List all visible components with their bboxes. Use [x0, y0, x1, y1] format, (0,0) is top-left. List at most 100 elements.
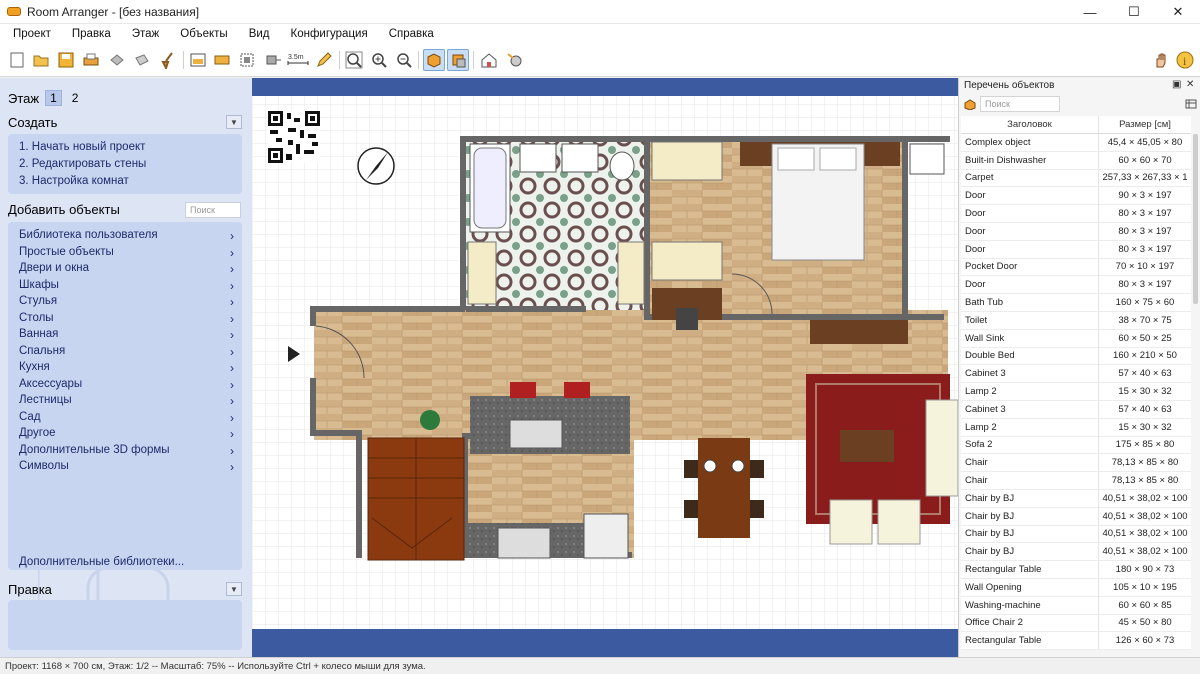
chevron-right-icon: ›	[230, 394, 234, 408]
open-icon[interactable]	[30, 49, 52, 71]
category-3d-shapes[interactable]: Дополнительные 3D формы ›	[19, 444, 234, 458]
object-list-row[interactable]: Rectangular Table 180 × 90 × 73	[961, 561, 1191, 579]
category-symbols[interactable]: Символы ›	[19, 460, 234, 474]
object-list-row[interactable]: Lamp 2 15 × 30 × 32	[961, 383, 1191, 401]
close-button[interactable]: ✕	[1156, 0, 1200, 24]
category-other[interactable]: Другое ›	[19, 427, 234, 441]
object-size: 80 × 3 × 197	[1118, 225, 1172, 237]
object-list-row[interactable]: Chair by BJ 40,51 × 38,02 × 100	[961, 543, 1191, 562]
settings-3d-icon[interactable]	[504, 49, 526, 71]
category-garden[interactable]: Сад ›	[19, 411, 234, 425]
object-list-row[interactable]: Chair by BJ 40,51 × 38,02 × 100	[961, 507, 1191, 526]
menu-configuration[interactable]: Конфигурация	[283, 28, 376, 40]
menu-project[interactable]: Проект	[5, 28, 59, 40]
measure-icon[interactable]: 3.5m	[287, 49, 309, 71]
object-list-row[interactable]: Door 80 × 3 × 197	[961, 222, 1191, 241]
new-icon[interactable]	[6, 49, 28, 71]
object-list-row[interactable]: Office Chair 2 45 × 50 × 80	[961, 614, 1191, 633]
object-list-row[interactable]: Door 80 × 3 × 197	[961, 240, 1191, 259]
edit-walls-link[interactable]: 2. Редактировать стены	[19, 158, 146, 170]
object-size: 57 × 40 × 63	[1118, 403, 1172, 415]
hand-icon[interactable]	[1150, 49, 1172, 71]
house-3d-icon[interactable]	[478, 49, 500, 71]
print-icon[interactable]	[80, 49, 102, 71]
object-list-row[interactable]: Double Bed 160 × 210 × 50	[961, 347, 1191, 366]
object-list-row[interactable]: Washing-machine 60 × 60 × 85	[961, 596, 1191, 615]
object-size: 160 × 210 × 50	[1113, 350, 1177, 362]
create-collapse-button[interactable]: ▼	[226, 115, 242, 129]
object-list-row[interactable]: Cabinet 3 57 × 40 × 63	[961, 400, 1191, 419]
object-list-row[interactable]: Door 90 × 3 × 197	[961, 187, 1191, 206]
object-list-row[interactable]: Carpet 257,33 × 267,33 × 1	[961, 169, 1191, 188]
object-list-row[interactable]: Lamp 2 15 × 30 × 32	[961, 418, 1191, 437]
column-size[interactable]: Размер [см]	[1099, 116, 1191, 133]
info-icon[interactable]: i	[1174, 49, 1196, 71]
menu-view[interactable]: Вид	[241, 28, 278, 40]
view-3d-icon[interactable]	[447, 49, 469, 71]
broom-icon[interactable]	[157, 49, 179, 71]
object-list-row[interactable]: Chair 78,13 × 85 × 80	[961, 454, 1191, 473]
object-list-scrollbar[interactable]	[1193, 134, 1198, 304]
wall-icon[interactable]	[187, 49, 209, 71]
object-size: 40,51 × 38,02 × 100	[1102, 546, 1188, 558]
object-list-row[interactable]: Built-in Dishwasher 60 × 60 × 70	[961, 151, 1191, 170]
more-libraries-link[interactable]: Дополнительные библиотеки...	[19, 556, 184, 568]
object-list-row[interactable]: Sofa 2 175 × 85 × 80	[961, 436, 1191, 455]
menu-floor[interactable]: Этаж	[124, 28, 168, 40]
category-simple-objects[interactable]: Простые объекты ›	[19, 246, 234, 260]
category-bedroom[interactable]: Спальня ›	[19, 345, 234, 359]
object-list-row[interactable]: Chair by BJ 40,51 × 38,02 × 100	[961, 525, 1191, 544]
category-user-library[interactable]: Библиотека пользователя ›	[19, 229, 234, 243]
floor-plan-canvas[interactable]	[252, 78, 958, 657]
zoom-out-icon[interactable]	[393, 49, 415, 71]
double-bed	[771, 143, 865, 261]
object-list-row[interactable]: Chair by BJ 40,51 × 38,02 × 100	[961, 489, 1191, 508]
maximize-button[interactable]: ☐	[1112, 0, 1156, 24]
move-icon[interactable]	[262, 49, 284, 71]
zoom-fit-icon[interactable]	[343, 49, 365, 71]
panel-close-icon[interactable]: ✕	[1186, 79, 1194, 90]
floor-tab-2[interactable]: 2	[68, 91, 83, 105]
object-list-row[interactable]: Pocket Door 70 × 10 × 197	[961, 258, 1191, 277]
create-new-project-link[interactable]: 1. Начать новый проект	[19, 141, 145, 153]
category-chairs[interactable]: Стулья ›	[19, 295, 234, 309]
object-list-row[interactable]: Chair 78,13 × 85 × 80	[961, 472, 1191, 490]
category-accessories[interactable]: Аксессуары ›	[19, 378, 234, 392]
object-list-row[interactable]: Wall Sink 60 × 50 × 25	[961, 329, 1191, 348]
category-tables[interactable]: Столы ›	[19, 312, 234, 326]
object-list-row[interactable]: Door 80 × 3 × 197	[961, 205, 1191, 223]
redo-icon[interactable]	[131, 49, 153, 71]
view-2d-icon[interactable]	[423, 49, 445, 71]
minimize-button[interactable]: —	[1068, 0, 1112, 24]
undo-icon[interactable]	[106, 49, 128, 71]
category-kitchen[interactable]: Кухня ›	[19, 361, 234, 375]
object-list-row[interactable]: Wall Opening 105 × 10 × 195	[961, 578, 1191, 597]
column-title[interactable]: Заголовок	[961, 116, 1099, 133]
object-size: 57 × 40 × 63	[1118, 368, 1172, 380]
object-list-search-input[interactable]: Поиск	[980, 96, 1060, 112]
save-icon[interactable]	[55, 49, 77, 71]
room-settings-link[interactable]: 3. Настройка комнат	[19, 175, 129, 187]
floor-tab-1[interactable]: 1	[45, 90, 62, 106]
category-stairs[interactable]: Лестницы ›	[19, 394, 234, 408]
category-doors-windows[interactable]: Двери и окна ›	[19, 262, 234, 276]
menu-edit[interactable]: Правка	[64, 28, 119, 40]
objects-search-input[interactable]: Поиск	[185, 202, 241, 218]
object-list-row[interactable]: Door 80 × 3 × 197	[961, 276, 1191, 295]
category-bathroom[interactable]: Ванная ›	[19, 328, 234, 342]
category-cabinets[interactable]: Шкафы ›	[19, 279, 234, 293]
object-list-row[interactable]: Complex object 45,4 × 45,05 × 80	[961, 134, 1191, 152]
object-list-row[interactable]: Bath Tub 160 × 75 × 60	[961, 294, 1191, 312]
panel-pin-icon[interactable]: ▣	[1172, 79, 1181, 90]
object-list-row[interactable]: Toilet 38 × 70 × 75	[961, 311, 1191, 330]
zoom-in-icon[interactable]	[368, 49, 390, 71]
list-settings-icon[interactable]	[1185, 98, 1197, 110]
menu-objects[interactable]: Объекты	[172, 28, 235, 40]
object-list-row[interactable]: Cabinet 3 57 × 40 × 63	[961, 365, 1191, 384]
window-icon[interactable]	[211, 49, 233, 71]
menu-help[interactable]: Справка	[381, 28, 442, 40]
pencil-icon[interactable]	[313, 49, 335, 71]
edit-collapse-button[interactable]: ▼	[226, 582, 242, 596]
object-icon[interactable]	[236, 49, 258, 71]
object-list-row[interactable]: Rectangular Table 126 × 60 × 73	[961, 632, 1191, 651]
